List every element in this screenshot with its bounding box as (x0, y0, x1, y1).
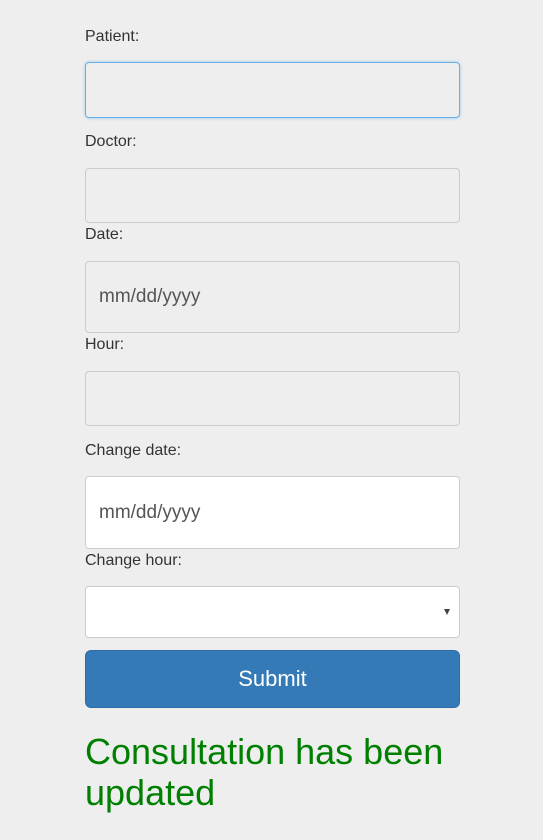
submit-button[interactable]: Submit (85, 650, 460, 708)
date-label: Date: (85, 226, 124, 243)
date-field[interactable]: mm/dd/yyyy (85, 261, 460, 333)
change-hour-label: Change hour: (85, 552, 182, 569)
hour-field[interactable] (85, 371, 460, 426)
patient-label: Patient: (85, 28, 140, 45)
patient-field[interactable] (85, 62, 460, 118)
status-message: Consultation has been updated (85, 731, 444, 813)
doctor-label: Doctor: (85, 133, 137, 150)
change-date-label: Change date: (85, 442, 182, 459)
doctor-field[interactable] (85, 168, 460, 223)
chevron-down-icon (444, 609, 450, 615)
change-hour-select[interactable] (85, 586, 460, 638)
change-date-placeholder: mm/dd/yyyy (99, 501, 201, 523)
change-date-input[interactable]: mm/dd/yyyy (85, 476, 460, 549)
hour-label: Hour: (85, 336, 125, 353)
date-field-placeholder: mm/dd/yyyy (99, 286, 201, 307)
